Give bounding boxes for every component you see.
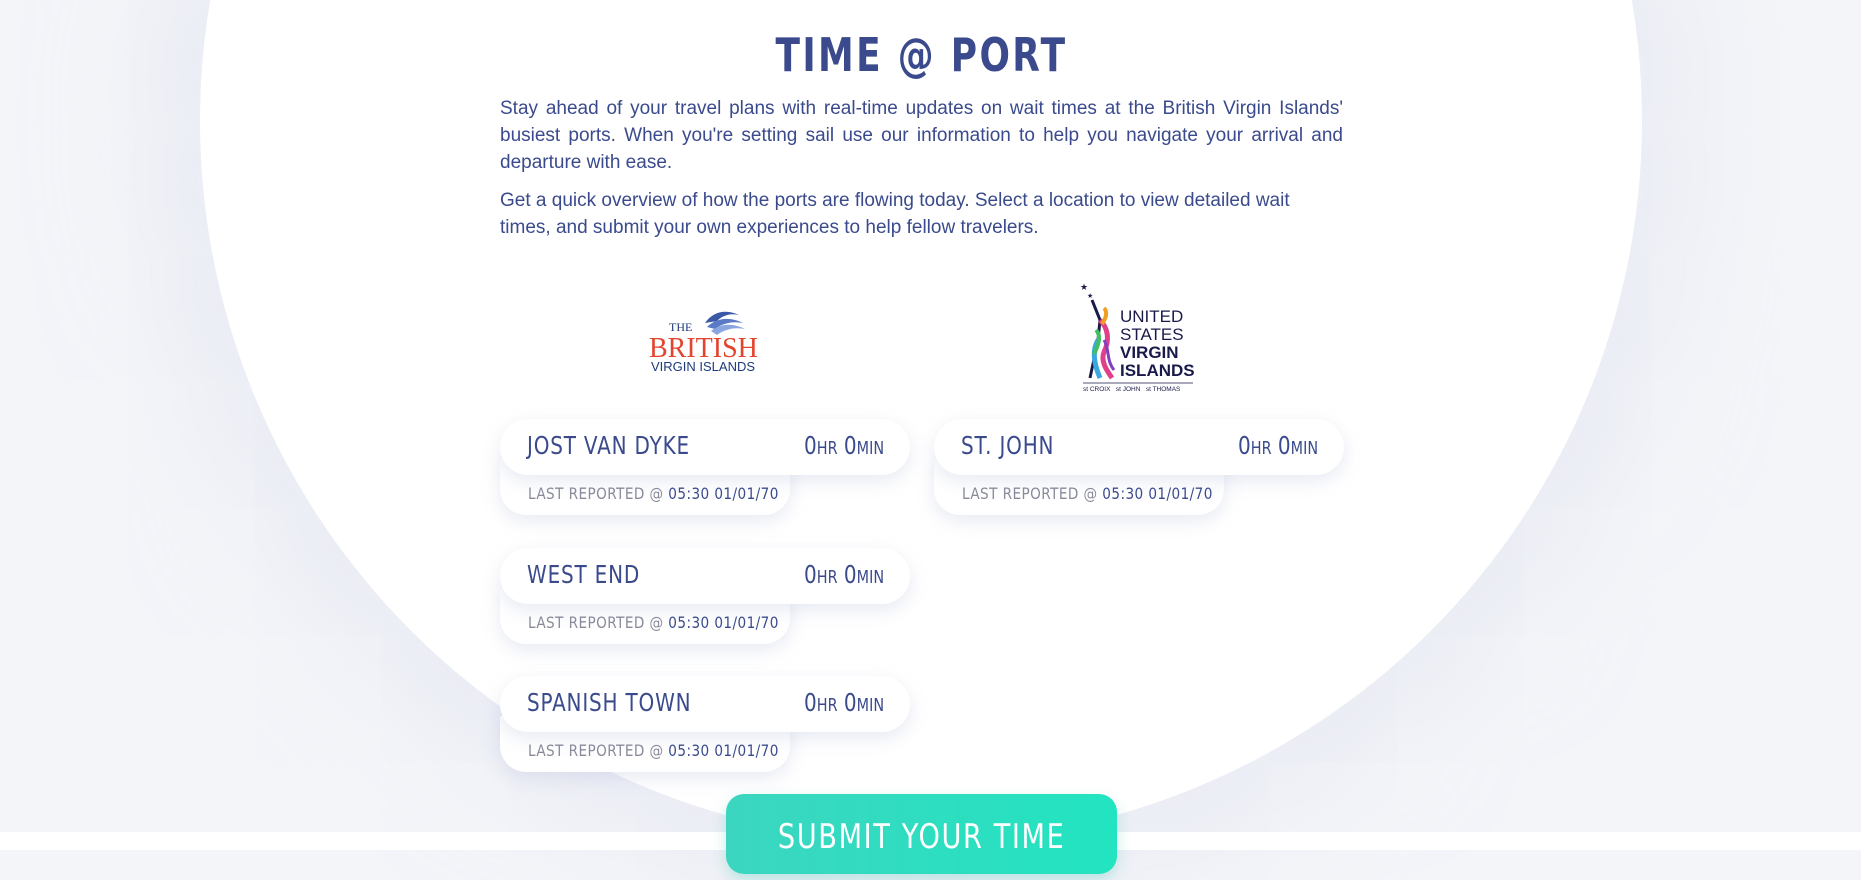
port-card-header[interactable]: JOST VAN DYKE 0hr 0min [500, 419, 910, 475]
usvi-logo-islands: ISLANDS [1120, 361, 1195, 380]
last-reported-value: 05:30 01/01/70 [668, 741, 779, 760]
page-title: TIME @ PORT [775, 28, 1068, 82]
intro-paragraph: Stay ahead of your travel plans with rea… [500, 98, 1343, 173]
port-card-spanish-town[interactable]: SPANISH TOWN 0hr 0min LAST REPORTED @ 05… [500, 676, 910, 776]
bvi-logo-the: THE [669, 320, 692, 334]
last-reported: LAST REPORTED @ 05:30 01/01/70 [528, 484, 779, 503]
submit-your-time-button[interactable]: SUBMIT YOUR TIME [726, 794, 1117, 874]
last-reported-label: LAST REPORTED @ [528, 613, 664, 632]
last-reported: LAST REPORTED @ 05:30 01/01/70 [528, 613, 779, 632]
port-wait-time: 0hr 0min [1237, 431, 1318, 460]
port-card-header[interactable]: SPANISH TOWN 0hr 0min [500, 676, 910, 732]
last-reported: LAST REPORTED @ 05:30 01/01/70 [528, 741, 779, 760]
submit-button-label: SUBMIT YOUR TIME [777, 817, 1066, 857]
usvi-logo-footer: st CROIX st JOHN st THOMAS [1083, 386, 1181, 393]
last-reported-label: LAST REPORTED @ [528, 484, 664, 503]
usvi-logo-states: STATES [1120, 325, 1184, 344]
port-name: WEST END [527, 560, 641, 589]
svg-text:★: ★ [1087, 292, 1093, 300]
usvi-logo-virgin: VIRGIN [1120, 343, 1179, 362]
usvi-logo[interactable]: ★ ★ UNITED STATES VIRGIN ISLANDS st CROI… [1078, 280, 1198, 395]
port-wait-time: 0hr 0min [803, 431, 884, 460]
bvi-logo-graphic: THE BRITISH VIRGIN ISLANDS [649, 311, 758, 374]
port-card-west-end[interactable]: WEST END 0hr 0min LAST REPORTED @ 05:30 … [500, 548, 910, 648]
last-reported-value: 05:30 01/01/70 [668, 484, 779, 503]
port-card-header[interactable]: ST. JOHN 0hr 0min [934, 419, 1344, 475]
last-reported-value: 05:30 01/01/70 [668, 613, 779, 632]
bvi-logo[interactable]: THE BRITISH VIRGIN ISLANDS [647, 305, 767, 375]
intro-paragraph-secondary: Get a quick overview of how the ports ar… [500, 190, 1290, 238]
last-reported-label: LAST REPORTED @ [528, 741, 664, 760]
last-reported-value: 05:30 01/01/70 [1102, 484, 1213, 503]
port-wait-time: 0hr 0min [803, 560, 884, 589]
port-name: ST. JOHN [961, 431, 1055, 460]
usvi-logo-graphic: ★ ★ UNITED STATES VIRGIN ISLANDS st CROI… [1080, 283, 1195, 393]
port-wait-time: 0hr 0min [803, 688, 884, 717]
port-name: JOST VAN DYKE [527, 431, 690, 460]
bvi-logo-virgin-islands: VIRGIN ISLANDS [651, 359, 755, 374]
last-reported-label: LAST REPORTED @ [962, 484, 1098, 503]
port-card-st-john[interactable]: ST. JOHN 0hr 0min LAST REPORTED @ 05:30 … [934, 419, 1344, 519]
last-reported: LAST REPORTED @ 05:30 01/01/70 [962, 484, 1213, 503]
port-card-header[interactable]: WEST END 0hr 0min [500, 548, 910, 604]
port-card-jost-van-dyke[interactable]: JOST VAN DYKE 0hr 0min LAST REPORTED @ 0… [500, 419, 910, 519]
usvi-logo-united: UNITED [1120, 307, 1183, 326]
port-name: SPANISH TOWN [527, 688, 692, 717]
